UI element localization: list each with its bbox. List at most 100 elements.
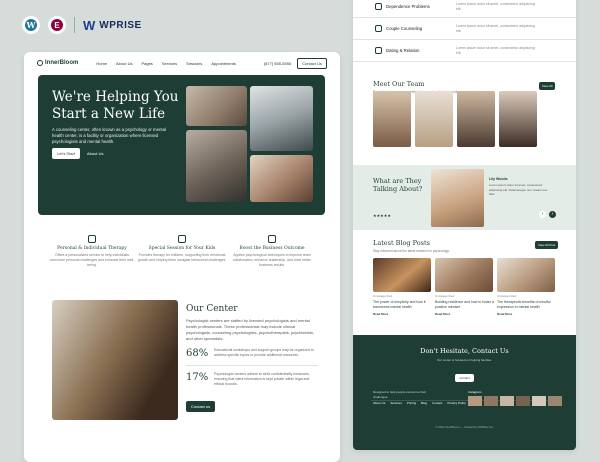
feature-business: Boost the Business Outcome Applies psych…: [227, 235, 317, 268]
menu-home[interactable]: Home: [96, 61, 107, 66]
menu-sessions[interactable]: Sessions: [186, 61, 202, 66]
blog-post: Uncategorized The power of simplicity and…: [373, 294, 433, 316]
testimonial-section: What are They Talking About? Lily Woods …: [353, 165, 576, 230]
about-us-link[interactable]: About Us: [82, 148, 108, 159]
blog-post-image[interactable]: [497, 258, 555, 292]
blog-post: Uncategorized Building resilience and how…: [435, 294, 495, 316]
center-description: Psychologist centers are staffed by lice…: [186, 318, 315, 341]
blog-post: Uncategorized The therapeutic benefits of…: [497, 294, 557, 316]
phone-number[interactable]: (877) 555-5555: [264, 61, 291, 66]
lets-start-button[interactable]: Let's Start: [52, 148, 80, 159]
blog-post-image[interactable]: [373, 258, 431, 292]
kids-icon: [178, 235, 186, 243]
service-row[interactable]: Couple Counseling Lorem ipsum dolor sit a…: [353, 18, 576, 40]
team-title: Meet Our Team: [373, 80, 425, 88]
footer-link[interactable]: Privacy Policy: [447, 401, 466, 405]
next-arrow-icon[interactable]: ›: [549, 211, 556, 218]
stat-value: 68%: [186, 348, 209, 359]
read-more-link[interactable]: Read More: [497, 312, 557, 316]
team-member-photo[interactable]: [373, 91, 411, 147]
center-photo: [52, 300, 178, 420]
service-row[interactable]: Dating & Relation Lorem ipsum dolor sit a…: [353, 40, 576, 62]
read-more-link[interactable]: Read More: [373, 312, 433, 316]
footer-link[interactable]: Blog: [421, 401, 427, 405]
divider: [186, 365, 318, 366]
footer-link[interactable]: Contact: [432, 401, 442, 405]
footer-contact-button[interactable]: Contact: [455, 374, 474, 382]
brain-icon: [88, 235, 96, 243]
heart-icon: [375, 47, 382, 54]
navbar: InnerBloom Home About Us Pages Services …: [24, 55, 340, 71]
contact-us-button[interactable]: Contact Us: [297, 57, 327, 69]
blog-post-image[interactable]: [435, 258, 493, 292]
home-page-preview: InnerBloom Home About Us Pages Services …: [24, 52, 340, 462]
stat-value: 17%: [186, 372, 209, 383]
main-menu: Home About Us Pages Services Sessions Ap…: [96, 61, 236, 66]
stat-text: Educational workshops and support groups…: [214, 348, 314, 357]
vendor-logo: W WPRISE: [83, 17, 142, 33]
rating-stars: ★★★★★: [373, 213, 391, 218]
stat-text: Psychologist centers adhere to strict co…: [214, 372, 310, 386]
client-name: Lily Woods: [489, 177, 508, 181]
menu-pages[interactable]: Pages: [141, 61, 152, 66]
blog-title: Latest Blog Posts: [373, 239, 430, 247]
gallery-thumb[interactable]: [484, 396, 498, 406]
divider: [74, 17, 75, 33]
footer-link[interactable]: Pricing: [407, 401, 416, 405]
client-photo: [431, 169, 484, 227]
testimonial-title: What are They Talking About?: [373, 177, 423, 193]
service-row[interactable]: Dependence Problems Lorem ipsum dolor sit…: [353, 0, 576, 18]
stat-row: 17% Psychologist centers adhere to strict…: [186, 372, 318, 387]
blog-description: Stay informed about the latest research …: [373, 249, 450, 253]
footer-link[interactable]: Services: [390, 401, 402, 405]
gallery-title: Instagram: [468, 390, 482, 394]
instagram-gallery: [468, 396, 562, 406]
gallery-thumb[interactable]: [548, 396, 562, 406]
feature-title: Personal & Individual Therapy: [57, 246, 127, 251]
site-logo[interactable]: InnerBloom: [37, 60, 78, 66]
team-member-photo[interactable]: [415, 91, 453, 147]
feature-description: Provides therapy for children, supportin…: [137, 253, 227, 262]
couple-icon: [375, 25, 382, 32]
center-title: Our Center: [186, 304, 238, 314]
blog-header: Latest Blog Posts Stay informed about th…: [373, 239, 449, 253]
hero-title: We're Helping You Start a New Life: [52, 89, 179, 122]
gallery-thumb[interactable]: [500, 396, 514, 406]
couple-photo: [186, 130, 247, 202]
our-center-section: Our Center Psychologist centers are staf…: [186, 304, 318, 413]
gallery-thumb[interactable]: [516, 396, 530, 406]
view-all-posts-button[interactable]: View All Post: [535, 241, 559, 249]
feature-title: Special Session for Your Kids: [148, 246, 216, 251]
team-member-photo[interactable]: [499, 91, 537, 147]
menu-services[interactable]: Services: [162, 61, 177, 66]
footer-links: About Us Services Pricing Blog Contact P…: [373, 401, 466, 405]
copyright: © 2024 InnerBloom — Created by WPRise In…: [435, 425, 494, 429]
gallery-thumb[interactable]: [532, 396, 546, 406]
brand-bar: W E W WPRISE: [22, 16, 142, 34]
wordpress-icon: W: [22, 16, 40, 34]
feature-personal-therapy: Personal & Individual Therapy Offers a p…: [47, 235, 137, 268]
contact-button[interactable]: Contact us: [186, 401, 216, 412]
client-quote: Lorem ipsum dolor sit amet, consectetur …: [489, 183, 548, 196]
feature-title: Boost the Business Outcome: [239, 246, 305, 251]
feature-description: Offers a personalized service to help in…: [49, 253, 135, 267]
menu-appointments[interactable]: Appointments: [211, 61, 235, 66]
lightbulb-icon: [268, 235, 276, 243]
team-member-photo[interactable]: [457, 91, 495, 147]
read-more-link[interactable]: Read More: [435, 312, 495, 316]
blog-post-title[interactable]: The power of simplicity and how it trans…: [373, 300, 433, 309]
blog-post-title[interactable]: The therapeutic benefits of mindful expr…: [497, 300, 557, 309]
feature-kids-session: Special Session for Your Kids Provides t…: [137, 235, 227, 263]
inner-page-preview: Dependence Problems Lorem ipsum dolor sit…: [353, 0, 576, 450]
gallery-thumb[interactable]: [468, 396, 482, 406]
footer-link[interactable]: About Us: [373, 401, 385, 405]
feature-description: Applies psychological techniques to impr…: [232, 253, 312, 267]
footer-cta-title: Don't Hesitate, Contact Us: [420, 347, 509, 355]
blog-post-title[interactable]: Building resilience and how to foster a …: [435, 300, 495, 309]
prev-arrow-icon[interactable]: ‹: [539, 211, 546, 218]
vendor-name: WPRISE: [99, 19, 142, 31]
menu-about[interactable]: About Us: [116, 61, 132, 66]
service-icon: [375, 3, 382, 10]
view-all-team-button[interactable]: View All: [539, 82, 556, 90]
group-photo: [250, 155, 313, 202]
